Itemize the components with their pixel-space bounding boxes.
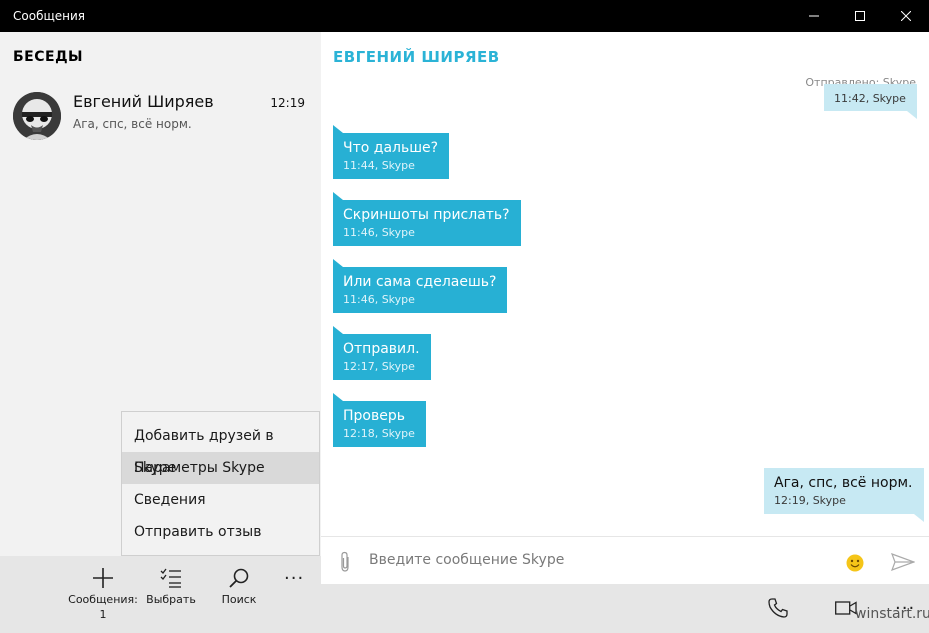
left-app-bar: Сообщения: 1 Выбрать Поиск ··· [0, 556, 321, 633]
emoji-icon[interactable] [846, 554, 864, 572]
phone-icon[interactable] [768, 598, 788, 618]
new-message-label: Сообщения: [68, 593, 138, 606]
message-incoming[interactable]: Скриншоты прислать? 11:46, Skype [333, 192, 521, 246]
message-incoming[interactable]: Что дальше? 11:44, Skype [333, 125, 450, 179]
message-incoming[interactable]: Отправил. 12:17, Skype [333, 326, 431, 380]
search-icon [229, 568, 249, 588]
message-input[interactable]: Введите сообщение Skype [369, 552, 564, 568]
more-options-button[interactable]: ··· [284, 568, 304, 589]
message-incoming[interactable]: Проверь 12:18, Skype [333, 393, 426, 447]
message-text: Скриншоты прислать? [343, 207, 510, 223]
message-composer: Введите сообщение Skype [321, 536, 929, 585]
message-text: Проверь [343, 408, 405, 424]
message-outgoing[interactable]: 11:42, Skype [824, 84, 917, 119]
message-meta: 11:46, Skype [343, 293, 415, 306]
message-text: Ага, спс, всё норм. [774, 475, 913, 491]
message-text: Что дальше? [343, 140, 439, 156]
message-meta: 12:19, Skype [774, 494, 846, 507]
message-meta: 11:46, Skype [343, 226, 415, 239]
chat-app-bar: winstart.ru ··· [321, 584, 929, 633]
new-message-count: 1 [99, 608, 107, 621]
message-meta: 12:17, Skype [343, 360, 415, 373]
menu-item-about[interactable]: Сведения [122, 484, 319, 516]
bubble-tail [333, 393, 343, 401]
watermark: winstart.ru [855, 606, 929, 622]
chat-more-button[interactable]: ··· [895, 598, 915, 619]
select-button[interactable]: Выбрать [136, 556, 206, 633]
select-label: Выбрать [146, 593, 196, 606]
video-call-icon[interactable] [835, 601, 857, 615]
conversation-time: 12:19 [270, 96, 305, 110]
bubble-tail [333, 192, 343, 200]
attach-icon[interactable] [339, 551, 351, 573]
search-button[interactable]: Поиск [204, 556, 274, 633]
window-title: Сообщения [13, 9, 86, 23]
message-text: Отправил. [343, 341, 420, 357]
bubble-tail [333, 125, 343, 133]
conversations-heading: БЕСЕДЫ [13, 49, 84, 65]
bubble-tail [333, 259, 343, 267]
bubble-tail [333, 326, 343, 334]
minimize-button[interactable] [791, 0, 837, 32]
maximize-icon [855, 11, 865, 21]
message-text: Или сама сделаешь? [343, 274, 497, 290]
title-bar: Сообщения [0, 0, 929, 32]
conversation-preview: Ага, спс, всё норм. [73, 117, 192, 131]
plus-icon [93, 568, 113, 588]
message-outgoing[interactable]: Ага, спс, всё норм. 12:19, Skype [764, 468, 924, 522]
bubble-tail [906, 111, 917, 119]
conversation-name: Евгений Ширяев [73, 92, 214, 111]
chat-pane: ЕВГЕНИЙ ШИРЯЕВ Отправлено: Skype 11:42, … [321, 32, 929, 633]
send-icon[interactable] [891, 553, 915, 571]
minimize-icon [809, 15, 819, 17]
select-list-icon [160, 568, 181, 588]
bubble-tail [913, 514, 924, 522]
avatar [13, 92, 61, 140]
search-label: Поиск [221, 593, 257, 606]
menu-item-send-feedback[interactable]: Отправить отзыв [122, 516, 319, 548]
message-meta: 11:42, Skype [834, 92, 906, 105]
menu-item-skype-settings[interactable]: Параметры Skype [122, 452, 319, 484]
more-options-menu: Добавить друзей в Skype Параметры Skype … [121, 411, 320, 556]
message-meta: 12:18, Skype [343, 427, 415, 440]
chat-contact-name: ЕВГЕНИЙ ШИРЯЕВ [333, 48, 500, 66]
conversation-item[interactable]: Евгений Ширяев 12:19 Ага, спс, всё норм. [0, 84, 321, 148]
close-icon [901, 11, 911, 21]
menu-item-add-friends[interactable]: Добавить друзей в Skype [122, 420, 319, 476]
maximize-button[interactable] [837, 0, 883, 32]
close-button[interactable] [883, 0, 929, 32]
new-message-button[interactable]: Сообщения: 1 [68, 556, 138, 633]
message-meta: 11:44, Skype [343, 159, 415, 172]
message-incoming[interactable]: Или сама сделаешь? 11:46, Skype [333, 259, 508, 313]
